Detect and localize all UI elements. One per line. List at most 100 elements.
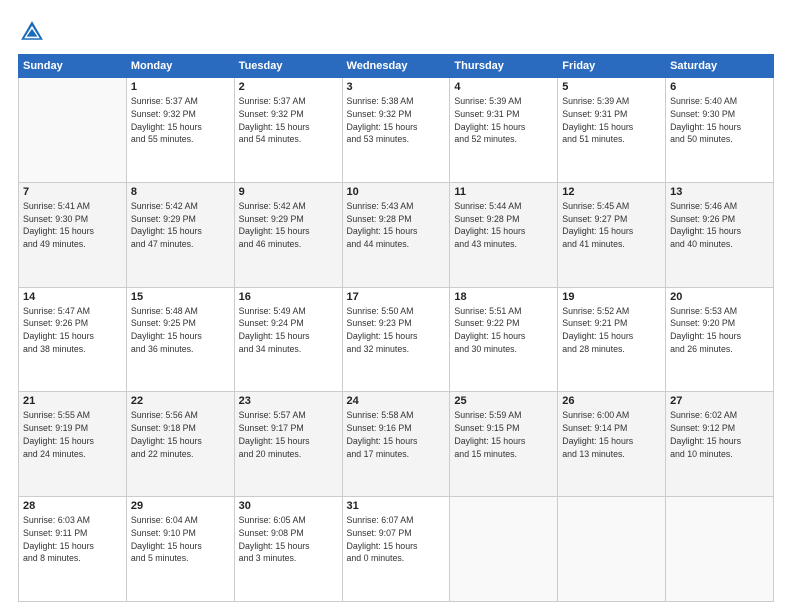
calendar-cell: 23 Sunrise: 5:57 AMSunset: 9:17 PMDayligh…: [234, 392, 342, 497]
calendar-cell: 19Sunrise: 5:52 AMSunset: 9:21 PMDayligh…: [558, 287, 666, 392]
calendar-table: SundayMondayTuesdayWednesdayThursdayFrid…: [18, 54, 774, 602]
calendar-cell: 16 Sunrise: 5:49 AMSunset: 9:24 PMDayligh…: [234, 287, 342, 392]
day-info: Sunrise: 5:48 AMSunset: 9:25 PMDaylight:…: [131, 305, 230, 356]
calendar-cell: 20Sunrise: 5:53 AMSunset: 9:20 PMDayligh…: [666, 287, 774, 392]
calendar-cell: [666, 497, 774, 602]
day-info: Sunrise: 5:39 AMSunset: 9:31 PMDaylight:…: [562, 95, 661, 146]
day-info: Sunrise: 6:03 AMSunset: 9:11 PMDaylight:…: [23, 514, 122, 565]
calendar-cell: 17Sunrise: 5:50 AMSunset: 9:23 PMDayligh…: [342, 287, 450, 392]
calendar-cell: 24 Sunrise: 5:58 AMSunset: 9:16 PMDayligh…: [342, 392, 450, 497]
calendar-cell: 9Sunrise: 5:42 AMSunset: 9:29 PMDaylight…: [234, 182, 342, 287]
day-number: 2: [239, 81, 338, 93]
calendar-cell: [19, 78, 127, 183]
weekday-header-thursday: Thursday: [450, 55, 558, 78]
calendar-cell: 1 Sunrise: 5:37 AMSunset: 9:32 PMDaylight…: [126, 78, 234, 183]
day-number: 14: [23, 291, 122, 303]
day-info: Sunrise: 6:07 AMSunset: 9:07 PMDaylight:…: [347, 514, 446, 565]
day-info: Sunrise: 5:58 AMSunset: 9:16 PMDaylight:…: [347, 409, 446, 460]
day-number: 19: [562, 291, 661, 303]
day-info: Sunrise: 6:05 AMSunset: 9:08 PMDaylight:…: [239, 514, 338, 565]
day-info: Sunrise: 5:42 AMSunset: 9:29 PMDaylight:…: [131, 200, 230, 251]
day-number: 17: [347, 291, 446, 303]
calendar-cell: 27 Sunrise: 6:02 AMSunset: 9:12 PMDayligh…: [666, 392, 774, 497]
weekday-header-wednesday: Wednesday: [342, 55, 450, 78]
day-number: 13: [670, 186, 769, 198]
day-number: 29: [131, 500, 230, 512]
calendar-cell: 29 Sunrise: 6:04 AMSunset: 9:10 PMDayligh…: [126, 497, 234, 602]
day-number: 8: [131, 186, 230, 198]
day-info: Sunrise: 6:04 AMSunset: 9:10 PMDaylight:…: [131, 514, 230, 565]
day-number: 3: [347, 81, 446, 93]
calendar-cell: [558, 497, 666, 602]
day-number: 15: [131, 291, 230, 303]
day-info: Sunrise: 5:56 AMSunset: 9:18 PMDaylight:…: [131, 409, 230, 460]
day-number: 24: [347, 395, 446, 407]
weekday-header-saturday: Saturday: [666, 55, 774, 78]
day-number: 28: [23, 500, 122, 512]
weekday-header-row: SundayMondayTuesdayWednesdayThursdayFrid…: [19, 55, 774, 78]
calendar-cell: 2 Sunrise: 5:37 AMSunset: 9:32 PMDaylight…: [234, 78, 342, 183]
day-info: Sunrise: 5:55 AMSunset: 9:19 PMDaylight:…: [23, 409, 122, 460]
day-info: Sunrise: 5:43 AMSunset: 9:28 PMDaylight:…: [347, 200, 446, 251]
day-number: 21: [23, 395, 122, 407]
day-number: 5: [562, 81, 661, 93]
logo: [18, 18, 50, 46]
day-number: 6: [670, 81, 769, 93]
calendar-cell: 26 Sunrise: 6:00 AMSunset: 9:14 PMDayligh…: [558, 392, 666, 497]
calendar-cell: 30Sunrise: 6:05 AMSunset: 9:08 PMDayligh…: [234, 497, 342, 602]
weekday-header-tuesday: Tuesday: [234, 55, 342, 78]
day-info: Sunrise: 5:46 AMSunset: 9:26 PMDaylight:…: [670, 200, 769, 251]
calendar-cell: 31Sunrise: 6:07 AMSunset: 9:07 PMDayligh…: [342, 497, 450, 602]
day-info: Sunrise: 5:49 AMSunset: 9:24 PMDaylight:…: [239, 305, 338, 356]
calendar-cell: 25 Sunrise: 5:59 AMSunset: 9:15 PMDayligh…: [450, 392, 558, 497]
day-info: Sunrise: 5:44 AMSunset: 9:28 PMDaylight:…: [454, 200, 553, 251]
day-info: Sunrise: 5:57 AMSunset: 9:17 PMDaylight:…: [239, 409, 338, 460]
day-number: 23: [239, 395, 338, 407]
day-info: Sunrise: 5:37 AMSunset: 9:32 PMDaylight:…: [239, 95, 338, 146]
calendar-cell: 8 Sunrise: 5:42 AMSunset: 9:29 PMDaylight…: [126, 182, 234, 287]
header: [18, 18, 774, 46]
day-number: 27: [670, 395, 769, 407]
day-info: Sunrise: 5:41 AMSunset: 9:30 PMDaylight:…: [23, 200, 122, 251]
weekday-header-monday: Monday: [126, 55, 234, 78]
day-info: Sunrise: 5:59 AMSunset: 9:15 PMDaylight:…: [454, 409, 553, 460]
day-number: 4: [454, 81, 553, 93]
day-number: 7: [23, 186, 122, 198]
day-info: Sunrise: 5:42 AMSunset: 9:29 PMDaylight:…: [239, 200, 338, 251]
day-info: Sunrise: 5:37 AMSunset: 9:32 PMDaylight:…: [131, 95, 230, 146]
day-info: Sunrise: 6:02 AMSunset: 9:12 PMDaylight:…: [670, 409, 769, 460]
day-info: Sunrise: 5:51 AMSunset: 9:22 PMDaylight:…: [454, 305, 553, 356]
day-info: Sunrise: 5:40 AMSunset: 9:30 PMDaylight:…: [670, 95, 769, 146]
calendar-cell: 13 Sunrise: 5:46 AMSunset: 9:26 PMDayligh…: [666, 182, 774, 287]
calendar-cell: 4 Sunrise: 5:39 AMSunset: 9:31 PMDaylight…: [450, 78, 558, 183]
day-info: Sunrise: 5:47 AMSunset: 9:26 PMDaylight:…: [23, 305, 122, 356]
day-info: Sunrise: 5:53 AMSunset: 9:20 PMDaylight:…: [670, 305, 769, 356]
day-info: Sunrise: 6:00 AMSunset: 9:14 PMDaylight:…: [562, 409, 661, 460]
calendar-cell: 14 Sunrise: 5:47 AMSunset: 9:26 PMDayligh…: [19, 287, 127, 392]
calendar-cell: 3Sunrise: 5:38 AMSunset: 9:32 PMDaylight…: [342, 78, 450, 183]
calendar-week-2: 7 Sunrise: 5:41 AMSunset: 9:30 PMDaylight…: [19, 182, 774, 287]
calendar-cell: 28 Sunrise: 6:03 AMSunset: 9:11 PMDayligh…: [19, 497, 127, 602]
day-number: 16: [239, 291, 338, 303]
day-number: 10: [347, 186, 446, 198]
weekday-header-friday: Friday: [558, 55, 666, 78]
day-number: 11: [454, 186, 553, 198]
calendar-week-1: 1 Sunrise: 5:37 AMSunset: 9:32 PMDaylight…: [19, 78, 774, 183]
calendar-week-5: 28 Sunrise: 6:03 AMSunset: 9:11 PMDayligh…: [19, 497, 774, 602]
day-number: 26: [562, 395, 661, 407]
calendar-week-4: 21 Sunrise: 5:55 AMSunset: 9:19 PMDayligh…: [19, 392, 774, 497]
calendar-cell: 11 Sunrise: 5:44 AMSunset: 9:28 PMDayligh…: [450, 182, 558, 287]
page: SundayMondayTuesdayWednesdayThursdayFrid…: [0, 0, 792, 612]
day-number: 12: [562, 186, 661, 198]
weekday-header-sunday: Sunday: [19, 55, 127, 78]
calendar-cell: 6 Sunrise: 5:40 AMSunset: 9:30 PMDaylight…: [666, 78, 774, 183]
day-number: 25: [454, 395, 553, 407]
day-number: 22: [131, 395, 230, 407]
calendar-cell: [450, 497, 558, 602]
calendar-cell: 12Sunrise: 5:45 AMSunset: 9:27 PMDayligh…: [558, 182, 666, 287]
day-number: 1: [131, 81, 230, 93]
calendar-cell: 5 Sunrise: 5:39 AMSunset: 9:31 PMDaylight…: [558, 78, 666, 183]
calendar-week-3: 14 Sunrise: 5:47 AMSunset: 9:26 PMDayligh…: [19, 287, 774, 392]
calendar-cell: 21 Sunrise: 5:55 AMSunset: 9:19 PMDayligh…: [19, 392, 127, 497]
day-info: Sunrise: 5:39 AMSunset: 9:31 PMDaylight:…: [454, 95, 553, 146]
